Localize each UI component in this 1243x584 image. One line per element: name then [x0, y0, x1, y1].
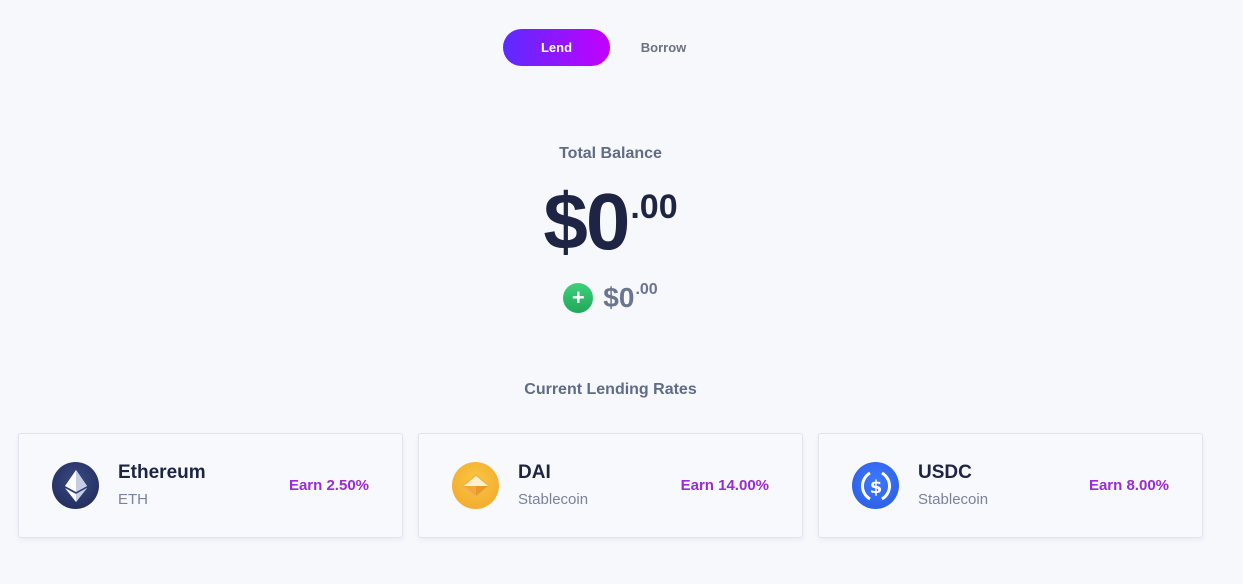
rate-card-ethereum[interactable]: Ethereum ETH Earn 2.50%: [18, 433, 403, 538]
coin-text-usdc: USDC Stablecoin: [918, 462, 988, 509]
rate-card-usdc[interactable]: $ USDC Stablecoin Earn 8.00%: [818, 433, 1203, 538]
balance-cents: .00: [630, 188, 678, 226]
lend-page: Lend Borrow Total Balance $0.00 + $0.00 …: [0, 0, 1243, 584]
earn-rate: Earn 14.00%: [680, 477, 769, 494]
coin-text-ethereum: Ethereum ETH: [118, 462, 206, 509]
rate-card-dai[interactable]: DAI Stablecoin Earn 14.00%: [418, 433, 803, 538]
lend-borrow-toggle: Lend Borrow: [503, 29, 717, 66]
lending-rates-title: Current Lending Rates: [524, 381, 697, 398]
interest-balance-cents: .00: [635, 281, 658, 298]
svg-text:$: $: [869, 477, 882, 498]
plus-icon[interactable]: +: [563, 283, 594, 313]
coin-name: USDC: [918, 462, 972, 484]
ethereum-icon: [52, 462, 99, 509]
usdc-icon: $: [852, 462, 899, 509]
earn-rate: Earn 2.50%: [288, 477, 369, 494]
dai-icon: [452, 462, 499, 509]
coin-text-dai: DAI Stablecoin: [518, 462, 588, 509]
lending-rate-cards: Ethereum ETH Earn 2.50% DAI Stablecoin E…: [18, 433, 1203, 538]
interest-balance: + $0.00: [0, 281, 1221, 314]
coin-symbol: ETH: [118, 490, 148, 508]
coin-symbol: Stablecoin: [518, 490, 589, 508]
interest-balance-main: $0: [603, 282, 635, 313]
borrow-tab[interactable]: Borrow: [610, 29, 717, 66]
lend-tab[interactable]: Lend: [503, 29, 610, 66]
balance-main: $0: [543, 177, 630, 266]
total-balance-amount: $0.00: [0, 182, 1221, 262]
coin-name: DAI: [518, 462, 551, 484]
coin-name: Ethereum: [118, 462, 206, 484]
coin-symbol: Stablecoin: [918, 490, 989, 508]
earn-rate: Earn 8.00%: [1088, 477, 1169, 494]
total-balance-label: Total Balance: [559, 145, 662, 162]
